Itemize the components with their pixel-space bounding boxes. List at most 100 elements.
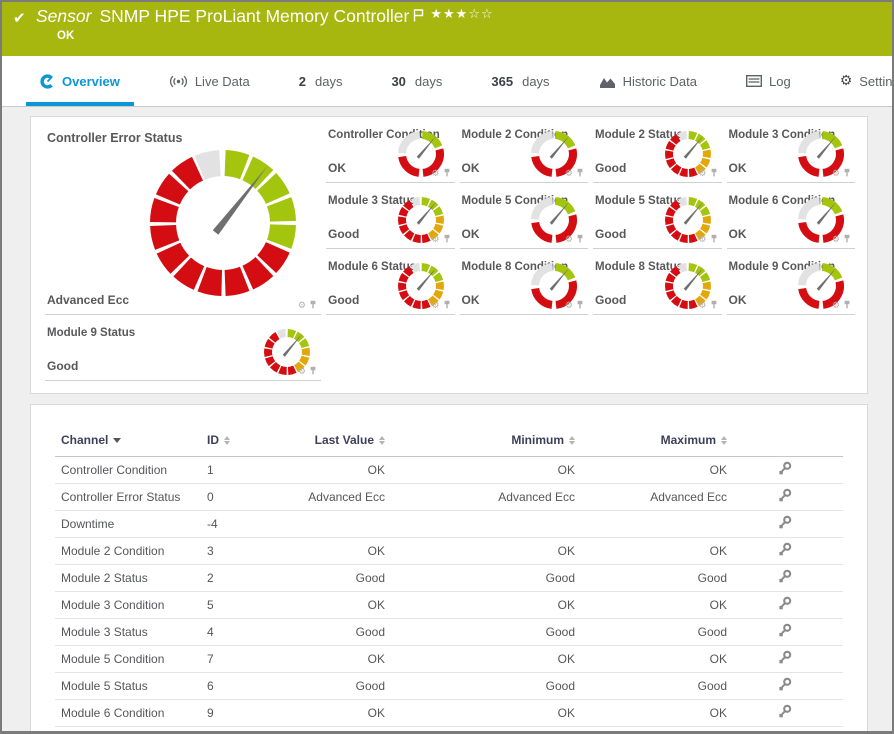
channel-name[interactable]: Module 3 Status: [61, 625, 148, 639]
table-row: Controller Error Status0Advanced EccAdva…: [55, 484, 843, 511]
gear-icon[interactable]: ⚙: [698, 302, 706, 311]
gauge-module-8-status[interactable]: Module 8 StatusGood⚙: [593, 257, 722, 315]
gear-icon[interactable]: ⚙: [832, 236, 840, 245]
column-header-last-value[interactable]: Last Value: [303, 429, 385, 457]
channel-minimum: Advanced Ecc: [498, 490, 575, 504]
tab-historic-data[interactable]: Historic Data: [585, 56, 711, 106]
flag-icon[interactable]: [413, 6, 424, 27]
channel-minimum: OK: [558, 463, 575, 477]
tab-label: days: [315, 74, 342, 89]
wrench-icon[interactable]: [777, 461, 793, 479]
column-label: ID: [207, 433, 219, 447]
gear-icon[interactable]: ⚙: [832, 302, 840, 311]
pin-icon[interactable]: [576, 168, 584, 180]
gauge-controller-condition[interactable]: Controller ConditionOK⚙: [326, 125, 455, 183]
gear-icon[interactable]: ⚙: [698, 236, 706, 245]
gauge-value: OK: [462, 293, 480, 307]
gear-icon[interactable]: ⚙: [565, 236, 573, 245]
tab-number: 30: [391, 74, 405, 89]
pin-icon[interactable]: [443, 168, 451, 180]
channel-maximum: Good: [698, 571, 727, 585]
tab-log[interactable]: Log: [732, 56, 805, 106]
pin-icon[interactable]: [710, 168, 718, 180]
channel-name[interactable]: Module 2 Condition: [61, 544, 164, 558]
channel-minimum: OK: [558, 652, 575, 666]
pin-icon[interactable]: [443, 300, 451, 312]
pin-icon[interactable]: [309, 366, 317, 378]
table-row: Module 6 Condition9OKOKOK: [55, 700, 843, 727]
gear-icon[interactable]: ⚙: [565, 170, 573, 179]
pin-icon[interactable]: [843, 168, 851, 180]
gauge-value: OK: [729, 293, 747, 307]
wrench-icon[interactable]: [777, 704, 793, 722]
gauge-module-5-condition[interactable]: Module 5 ConditionOK⚙: [460, 191, 589, 249]
channels-table: ChannelID Last ValueMinimumMaximum Contro…: [55, 429, 843, 727]
channel-name[interactable]: Module 3 Condition: [61, 598, 164, 612]
pin-icon[interactable]: [843, 300, 851, 312]
gauge-module-6-status[interactable]: Module 6 StatusGood⚙: [326, 257, 455, 315]
wrench-icon[interactable]: [777, 623, 793, 641]
gear-icon[interactable]: ⚙: [832, 170, 840, 179]
pin-icon[interactable]: [576, 234, 584, 246]
channel-name[interactable]: Controller Error Status: [61, 490, 180, 504]
wrench-icon[interactable]: [777, 542, 793, 560]
channel-id: 6: [207, 679, 214, 693]
gauge-value: Good: [47, 359, 78, 373]
gear-icon[interactable]: ⚙: [298, 302, 306, 311]
gear-icon[interactable]: ⚙: [431, 236, 439, 245]
gauge-value: Advanced Ecc: [47, 293, 129, 307]
wrench-icon[interactable]: [777, 677, 793, 695]
table-row: Controller Condition1OKOKOK: [55, 457, 843, 484]
gear-icon[interactable]: ⚙: [431, 302, 439, 311]
pin-icon[interactable]: [443, 234, 451, 246]
tab-30-days[interactable]: 30days: [377, 56, 456, 106]
gauge-module-2-condition[interactable]: Module 2 ConditionOK⚙: [460, 125, 589, 183]
pin-icon[interactable]: [843, 234, 851, 246]
gauge-module-5-status[interactable]: Module 5 StatusGood⚙: [593, 191, 722, 249]
tab-365-days[interactable]: 365days: [477, 56, 563, 106]
channel-name[interactable]: Module 2 Status: [61, 571, 148, 585]
gear-icon[interactable]: ⚙: [298, 368, 306, 377]
channel-name[interactable]: Controller Condition: [61, 463, 167, 477]
channel-name[interactable]: Module 5 Condition: [61, 652, 164, 666]
pin-icon[interactable]: [710, 234, 718, 246]
pin-icon[interactable]: [576, 300, 584, 312]
wrench-icon[interactable]: [777, 569, 793, 587]
tab-2-days[interactable]: 2days: [285, 56, 357, 106]
gauge-module-9-condition[interactable]: Module 9 ConditionOK⚙: [727, 257, 856, 315]
column-header-maximum[interactable]: Maximum: [575, 429, 727, 457]
channel-minimum: Good: [546, 679, 575, 693]
channel-id: 4: [207, 625, 214, 639]
gauge-value: Good: [328, 293, 359, 307]
tab-settings[interactable]: ⚙Settings: [826, 56, 892, 106]
gear-icon[interactable]: ⚙: [431, 170, 439, 179]
channel-name[interactable]: Downtime: [61, 517, 114, 531]
pin-icon[interactable]: [309, 300, 317, 312]
channel-last-value: OK: [368, 706, 385, 720]
wrench-icon[interactable]: [777, 650, 793, 668]
gear-icon[interactable]: ⚙: [698, 170, 706, 179]
column-header-channel[interactable]: Channel: [55, 429, 207, 457]
priority-stars[interactable]: ★★★☆☆: [430, 7, 493, 22]
column-header-id[interactable]: ID: [207, 429, 303, 457]
gauge-controller-error-status[interactable]: Controller Error StatusAdvanced Ecc⚙: [45, 125, 321, 315]
wrench-icon[interactable]: [777, 488, 793, 506]
wrench-icon[interactable]: [777, 515, 793, 533]
gauge-module-8-condition[interactable]: Module 8 ConditionOK⚙: [460, 257, 589, 315]
gear-icon[interactable]: ⚙: [565, 302, 573, 311]
gauge-module-2-status[interactable]: Module 2 StatusGood⚙: [593, 125, 722, 183]
pin-icon[interactable]: [710, 300, 718, 312]
channel-name[interactable]: Module 6 Condition: [61, 706, 164, 720]
column-header-minimum[interactable]: Minimum: [385, 429, 575, 457]
tab-bar: OverviewLive Data2days30days365daysHisto…: [2, 56, 892, 107]
tab-overview[interactable]: Overview: [26, 56, 134, 106]
gauge-module-6-condition[interactable]: Module 6 ConditionOK⚙: [727, 191, 856, 249]
log-icon: [746, 75, 762, 87]
gauge-module-9-status[interactable]: Module 9 StatusGood⚙: [45, 323, 321, 381]
gauge-module-3-status[interactable]: Module 3 StatusGood⚙: [326, 191, 455, 249]
gauge-module-3-condition[interactable]: Module 3 ConditionOK⚙: [727, 125, 856, 183]
channel-name[interactable]: Module 5 Status: [61, 679, 148, 693]
tab-live-data[interactable]: Live Data: [155, 56, 264, 106]
wrench-icon[interactable]: [777, 596, 793, 614]
gauge-value: Good: [595, 161, 626, 175]
